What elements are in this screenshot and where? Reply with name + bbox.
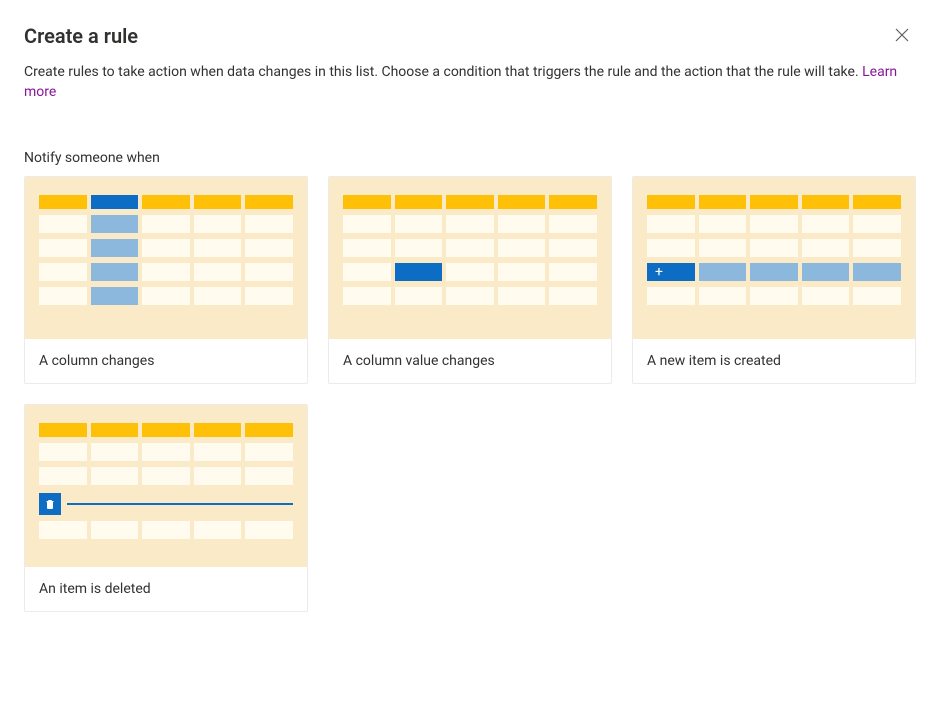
trash-icon — [39, 493, 61, 515]
rule-card-new-item-created[interactable]: A new item is created — [632, 176, 916, 384]
close-icon — [895, 29, 909, 46]
rule-cards-grid: A column changes — [24, 176, 913, 612]
dialog-title: Create a rule — [24, 24, 138, 48]
plus-icon — [647, 263, 695, 281]
card-label: A column value changes — [329, 339, 611, 383]
illustration-column-value-changes — [329, 177, 611, 339]
rule-card-item-deleted[interactable]: An item is deleted — [24, 404, 308, 612]
description-text: Create rules to take action when data ch… — [24, 64, 862, 80]
card-label: A column changes — [25, 339, 307, 383]
section-label: Notify someone when — [24, 150, 913, 166]
rule-card-column-value-changes[interactable]: A column value changes — [328, 176, 612, 384]
illustration-column-changes — [25, 177, 307, 339]
illustration-new-item-created — [633, 177, 915, 339]
card-label: A new item is created — [633, 339, 915, 383]
illustration-item-deleted — [25, 405, 307, 567]
close-button[interactable] — [891, 24, 913, 50]
rule-card-column-changes[interactable]: A column changes — [24, 176, 308, 384]
dialog-description: Create rules to take action when data ch… — [24, 62, 913, 102]
card-label: An item is deleted — [25, 567, 307, 611]
